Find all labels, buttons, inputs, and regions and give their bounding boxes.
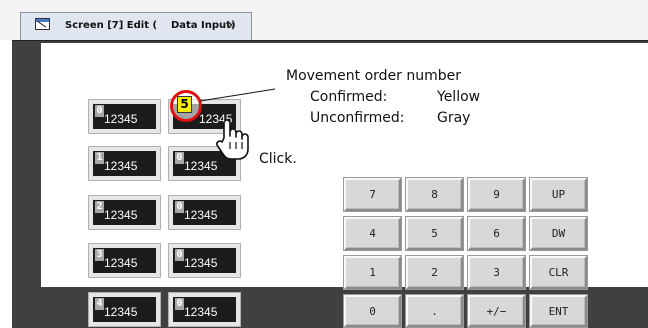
key-7[interactable]: 7 xyxy=(344,178,401,211)
unconfirmed-label: Unconfirmed: xyxy=(310,110,405,126)
callout-title: Movement order number xyxy=(286,68,462,84)
key-9[interactable]: 9 xyxy=(468,178,525,211)
key-clear[interactable]: CLR xyxy=(530,256,587,289)
key-3[interactable]: 3 xyxy=(468,256,525,289)
key-6[interactable]: 6 xyxy=(468,217,525,250)
key-4[interactable]: 4 xyxy=(344,217,401,250)
click-instruction: Click. xyxy=(259,151,297,167)
key-2[interactable]: 2 xyxy=(406,256,463,289)
key-enter[interactable]: ENT xyxy=(530,295,587,327)
callout-box: Movement order number Confirmed: Yellow … xyxy=(282,68,607,140)
key-up[interactable]: UP xyxy=(530,178,587,211)
key-decimal[interactable]: . xyxy=(406,295,463,327)
key-down[interactable]: DW xyxy=(530,217,587,250)
key-1[interactable]: 1 xyxy=(344,256,401,289)
key-8[interactable]: 8 xyxy=(406,178,463,211)
key-plus-minus[interactable]: +/− xyxy=(468,295,525,327)
key-0[interactable]: 0 xyxy=(344,295,401,327)
hand-cursor-icon xyxy=(216,119,249,160)
unconfirmed-value: Gray xyxy=(437,110,471,126)
confirmed-label: Confirmed: xyxy=(310,89,388,105)
confirmed-value: Yellow xyxy=(437,89,481,105)
key-5[interactable]: 5 xyxy=(406,217,463,250)
